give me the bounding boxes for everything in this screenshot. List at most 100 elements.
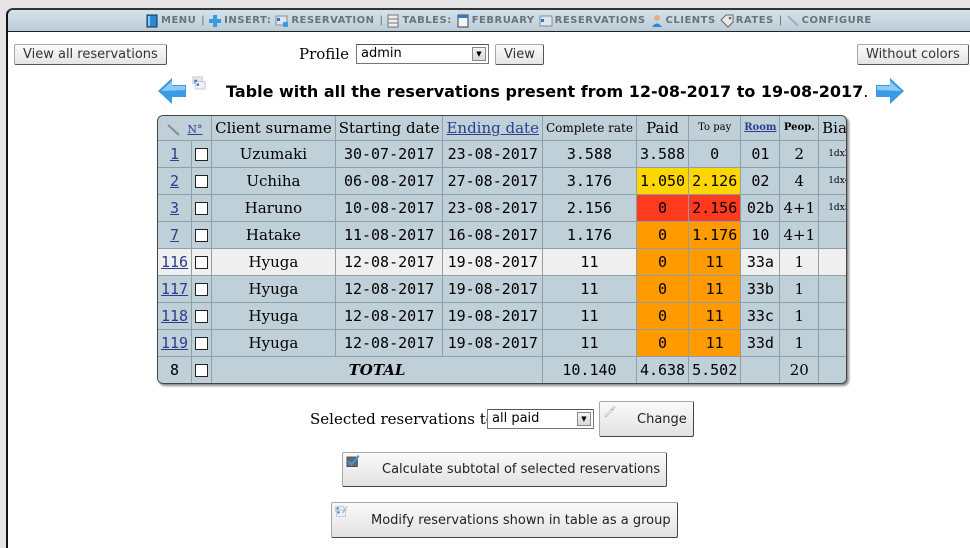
complete-rate-cell: 11 [541, 274, 637, 303]
reservation-link[interactable]: 116 [161, 253, 188, 271]
to-pay-cell: 0 [688, 139, 742, 168]
select-cell [191, 274, 213, 303]
to-pay-cell: 11 [688, 328, 742, 357]
table-row: 117 Hyuga 12-08-2017 19-08-2017 11 0 11 33b 1 [158, 274, 846, 303]
wrench-icon [786, 14, 800, 28]
total-to-pay-cell: 5.502 [688, 355, 742, 383]
ending-date-cell: 27-08-2017 [442, 166, 543, 195]
reservation-link[interactable]: 3 [170, 199, 179, 217]
reservation-link[interactable]: 119 [161, 334, 188, 352]
table-row: 116 Hyuga 12-08-2017 19-08-2017 11 0 11 33a 1 [158, 247, 846, 276]
sort-by-number-link[interactable]: N° [187, 123, 202, 136]
pen-icon [603, 404, 635, 434]
bian-cell: 1dx5 [818, 193, 846, 222]
starting-date-cell: 12-08-2017 [334, 247, 444, 276]
previous-period-arrow-icon[interactable] [156, 76, 188, 106]
total-bian-cell [818, 355, 846, 383]
reservation-link[interactable]: 2 [170, 172, 179, 190]
room-cell: 02b [740, 193, 781, 222]
to-pay-cell: 2.156 [688, 193, 742, 222]
starting-date-cell: 06-08-2017 [334, 166, 444, 195]
complete-rate-cell: 3.176 [541, 166, 637, 195]
view-all-reservations-button[interactable]: View all reservations [14, 44, 167, 65]
bian-cell [818, 247, 846, 276]
bian-cell [818, 274, 846, 303]
people-cell: 4 [779, 166, 820, 195]
table-row: 119 Hyuga 12-08-2017 19-08-2017 11 0 11 33d 1 [158, 328, 846, 357]
select-cell [191, 247, 213, 276]
starting-date-cell: 12-08-2017 [334, 328, 444, 357]
row-checkbox[interactable] [195, 228, 209, 242]
row-checkbox[interactable] [195, 282, 209, 296]
reservation-link[interactable]: 117 [161, 280, 188, 298]
room-cell: 10 [740, 220, 781, 249]
reservation-number-cell: 2 [158, 166, 193, 195]
room-cell: 33b [740, 274, 781, 303]
header-starting-date: Starting date [334, 116, 444, 141]
row-checkbox[interactable] [195, 309, 209, 323]
menu-item-rates[interactable]: RATES [719, 14, 774, 28]
reservation-link[interactable]: 118 [161, 307, 188, 325]
menu-item-configure[interactable]: CONFIGURE [786, 14, 872, 28]
profile-select[interactable]: admin ▼ [356, 44, 489, 64]
total-people-cell: 20 [779, 355, 820, 383]
sort-by-room-link[interactable]: Room [744, 122, 776, 133]
header-people: Peop. [779, 116, 820, 141]
selected-reservations-label: Selected reservations to [310, 410, 495, 428]
select-all-checkbox[interactable] [195, 363, 209, 377]
room-cell: 02 [740, 166, 781, 195]
pencil-icon [166, 123, 181, 136]
row-checkbox[interactable] [195, 255, 209, 269]
menu-item-menu[interactable]: MENU [145, 14, 196, 28]
calculate-subtotal-button[interactable]: Calculate subtotal of selected reservati… [342, 452, 668, 487]
starting-date-cell: 12-08-2017 [334, 301, 444, 330]
table-row: 1 Uzumaki 30-07-2017 23-08-2017 3.588 3.588 0 0… [158, 139, 846, 168]
menu-item-reservation[interactable]: RESERVATION [275, 14, 374, 28]
profile-select-value: admin [361, 46, 402, 61]
people-cell: 1 [779, 301, 820, 330]
paid-cell: 0 [635, 274, 690, 303]
sort-by-ending-date-link[interactable]: Ending date [446, 119, 539, 137]
complete-rate-cell: 2.156 [541, 193, 637, 222]
header-ending-date: Ending date [442, 116, 543, 141]
change-button[interactable]: Change [599, 401, 694, 437]
to-pay-cell: 11 [688, 301, 742, 330]
paid-cell: 0 [635, 220, 690, 249]
to-pay-cell: 11 [688, 274, 742, 303]
starting-date-cell: 12-08-2017 [334, 274, 444, 303]
client-surname-cell: Hatake [211, 220, 336, 249]
table-row: 2 Uchiha 06-08-2017 27-08-2017 3.176 1.050 2.1… [158, 166, 846, 195]
people-cell: 1 [779, 274, 820, 303]
tag-icon [719, 14, 734, 28]
reservation-number-cell: 117 [158, 274, 193, 303]
select-cell [191, 301, 213, 330]
client-surname-cell: Hyuga [211, 328, 336, 357]
reservation-link[interactable]: 1 [170, 145, 179, 163]
paid-cell: 1.050 [635, 166, 690, 195]
view-profile-button[interactable]: View [495, 44, 544, 65]
next-period-arrow-icon[interactable] [874, 76, 906, 106]
row-checkbox[interactable] [195, 336, 209, 350]
modify-group-button[interactable]: Modify reservations shown in table as a … [331, 502, 678, 538]
total-rate-cell: 10.140 [541, 355, 637, 383]
people-cell: 1 [779, 247, 820, 276]
row-checkbox[interactable] [195, 147, 209, 161]
menu-item-clients[interactable]: CLIENTS [650, 14, 716, 28]
table-row: 7 Hatake 11-08-2017 16-08-2017 1.176 0 1.176 10… [158, 220, 846, 249]
bian-cell: 1dx2 [818, 139, 846, 168]
header-client-surname: Client surname [211, 116, 336, 141]
menu-item-insert[interactable]: INSERT: [208, 14, 271, 28]
row-checkbox[interactable] [195, 174, 209, 188]
total-count-cell: 8 [158, 355, 193, 383]
row-checkbox[interactable] [195, 201, 209, 215]
menu-item-tables[interactable]: TABLES: [386, 14, 451, 28]
without-colors-button[interactable]: Without colors [857, 44, 969, 65]
client-icon [650, 14, 664, 28]
complete-rate-cell: 11 [541, 247, 637, 276]
selected-action-select[interactable]: all paid ▼ [487, 409, 594, 429]
reservation-link[interactable]: 7 [170, 226, 179, 244]
chevron-down-icon: ▼ [577, 412, 591, 426]
menu-item-february[interactable]: FEBRUARY [456, 14, 535, 28]
menu-item-reservations[interactable]: RESERVATIONS [539, 14, 646, 28]
paid-cell: 0 [635, 328, 690, 357]
